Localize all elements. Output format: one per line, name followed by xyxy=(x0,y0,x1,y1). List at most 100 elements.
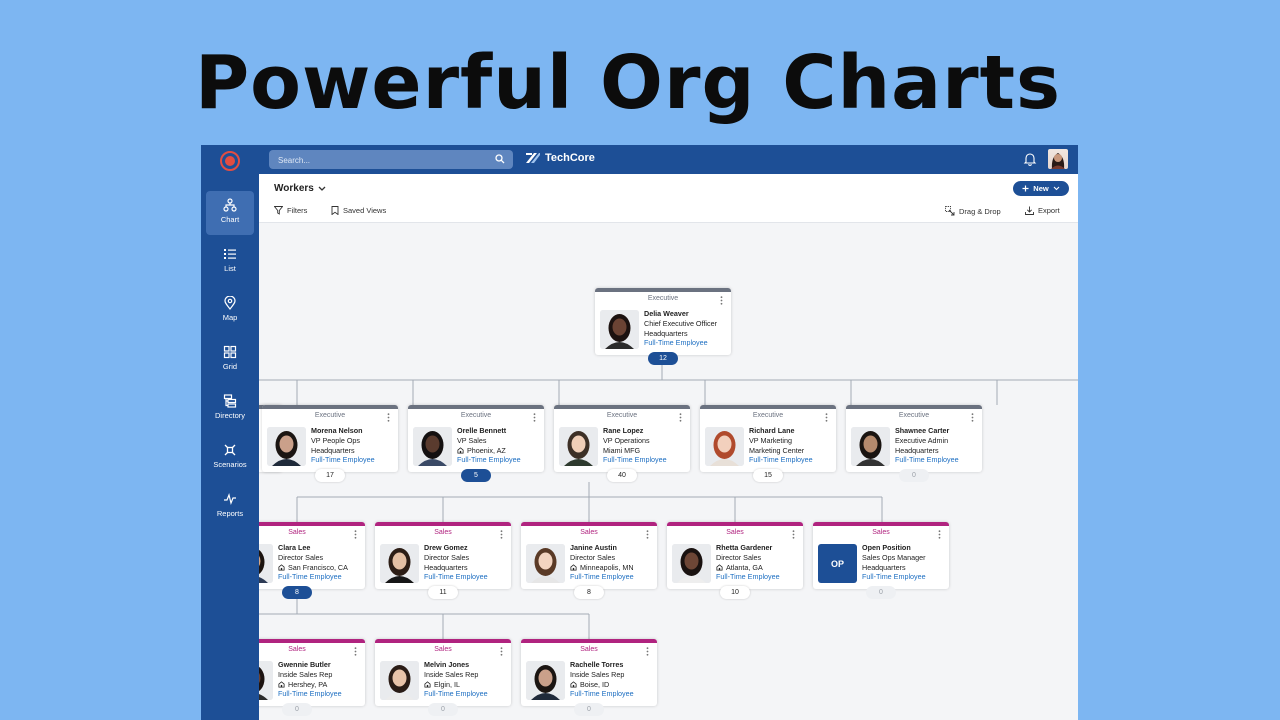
direct-reports-count[interactable]: 5 xyxy=(461,469,491,482)
location-icon xyxy=(570,564,577,571)
employee-photo xyxy=(705,427,744,466)
employee-title: Inside Sales Rep xyxy=(424,669,479,679)
employee-location: Minneapolis, MN xyxy=(570,563,656,573)
filters-button[interactable]: Filters xyxy=(274,206,307,215)
employee-card[interactable]: Executive Orelle Bennett VP Sales Phoenix, … xyxy=(408,405,544,472)
more-options-icon[interactable] xyxy=(387,413,390,422)
more-options-icon[interactable] xyxy=(679,413,682,422)
more-options-icon[interactable] xyxy=(646,530,649,539)
chevron-down-icon xyxy=(1053,186,1060,191)
direct-reports-count[interactable]: 8 xyxy=(574,586,604,599)
more-options-icon[interactable] xyxy=(500,530,503,539)
location-text: Headquarters xyxy=(644,328,688,338)
search-box[interactable] xyxy=(269,150,513,170)
brand: TechCore xyxy=(525,152,595,164)
employee-card[interactable]: Executive Morena Nelson VP People Ops Headq… xyxy=(262,405,398,472)
direct-reports-count[interactable]: 11 xyxy=(428,586,458,599)
sidebar: Chart List Map Grid Directory Scenarios … xyxy=(201,174,259,720)
employee-card[interactable]: Sales Gwennie Butler Inside Sales Rep Hersh… xyxy=(259,639,365,706)
direct-reports-count[interactable]: 0 xyxy=(899,469,929,482)
sidebar-item-directory[interactable]: Directory xyxy=(206,387,254,431)
employee-info: Richard Lane VP Marketing Marketing Center… xyxy=(749,426,835,465)
direct-reports-count[interactable]: 12 xyxy=(648,352,678,365)
employee-card[interactable]: Sales Drew Gomez Director Sales Headquarter… xyxy=(375,522,511,589)
search-input[interactable] xyxy=(269,151,479,170)
direct-reports-count[interactable]: 40 xyxy=(607,469,637,482)
export-label: Export xyxy=(1038,206,1060,215)
new-label: New xyxy=(1033,184,1049,193)
employee-location: Boise, ID xyxy=(570,680,656,690)
direct-reports-count[interactable]: 0 xyxy=(866,586,896,599)
employee-card[interactable]: Executive Rane Lopez VP Operations Miami MF… xyxy=(554,405,690,472)
employee-card[interactable]: Sales Melvin Jones Inside Sales Rep Elgin, … xyxy=(375,639,511,706)
more-options-icon[interactable] xyxy=(354,530,357,539)
department-label: Sales xyxy=(434,646,452,653)
workers-dropdown[interactable]: Workers xyxy=(274,183,326,194)
department-label: Executive xyxy=(752,412,784,419)
employment-type: Full-Time Employee xyxy=(424,572,488,582)
more-options-icon[interactable] xyxy=(825,413,828,422)
more-options-icon[interactable] xyxy=(971,413,974,422)
employee-name: Melvin Jones xyxy=(424,660,470,669)
employee-location: Headquarters xyxy=(424,563,510,573)
employee-card[interactable]: Sales Rhetta Gardener Director Sales Atlant… xyxy=(667,522,803,589)
direct-reports-count[interactable]: 10 xyxy=(720,586,750,599)
location-text: San Francisco, CA xyxy=(288,562,348,572)
location-icon xyxy=(424,681,431,688)
employee-card[interactable]: Sales OP Open Position Sales Ops Manager Hea… xyxy=(813,522,949,589)
department-color-bar xyxy=(262,405,398,409)
sidebar-item-scenarios[interactable]: Scenarios xyxy=(206,436,254,480)
employee-title: VP People Ops xyxy=(311,435,361,445)
sidebar-item-list[interactable]: List xyxy=(206,240,254,284)
employee-title: Chief Executive Officer xyxy=(644,318,717,328)
employee-card[interactable]: Executive Delia Weaver Chief Executive Off… xyxy=(595,288,731,355)
more-options-icon[interactable] xyxy=(938,530,941,539)
employee-card[interactable]: Sales Janine Austin Director Sales Minneapo… xyxy=(521,522,657,589)
employee-photo xyxy=(526,661,565,700)
direct-reports-count[interactable]: 17 xyxy=(315,469,345,482)
more-options-icon[interactable] xyxy=(354,647,357,656)
more-options-icon[interactable] xyxy=(720,296,723,305)
drag-drop-button[interactable]: Drag & Drop xyxy=(945,206,1001,216)
direct-reports-count[interactable]: 0 xyxy=(282,703,312,716)
employee-title: VP Marketing xyxy=(749,435,793,445)
employee-title: Executive Admin xyxy=(895,435,949,445)
filter-icon xyxy=(274,206,283,215)
employee-title: Director Sales xyxy=(424,552,470,562)
sidebar-item-grid[interactable]: Grid xyxy=(206,338,254,382)
scenarios-icon xyxy=(224,444,236,456)
sidebar-item-chart[interactable]: Chart xyxy=(206,191,254,235)
direct-reports-count[interactable]: 0 xyxy=(574,703,604,716)
bell-icon[interactable] xyxy=(1023,152,1037,166)
direct-reports-count[interactable]: 15 xyxy=(753,469,783,482)
app-logo-icon[interactable] xyxy=(220,151,240,171)
user-avatar[interactable] xyxy=(1048,149,1068,169)
direct-reports-count[interactable]: 0 xyxy=(428,703,458,716)
employee-location: Headquarters xyxy=(895,446,981,456)
export-button[interactable]: Export xyxy=(1025,206,1060,215)
sidebar-item-label: Chart xyxy=(220,215,240,224)
department-color-bar xyxy=(259,639,365,643)
page-headline: Powerful Org Charts xyxy=(194,40,1062,126)
employee-card[interactable]: Executive Shawnee Carter Executive Admin He… xyxy=(846,405,982,472)
saved-views-button[interactable]: Saved Views xyxy=(331,206,386,215)
employee-name: Morena Nelson xyxy=(311,426,363,435)
new-button[interactable]: New xyxy=(1013,181,1069,196)
sidebar-item-map[interactable]: Map xyxy=(206,289,254,333)
employee-card[interactable]: Sales Clara Lee Director Sales San Francisc… xyxy=(259,522,365,589)
sidebar-item-reports[interactable]: Reports xyxy=(206,485,254,529)
more-options-icon[interactable] xyxy=(646,647,649,656)
employee-title: Sales Ops Manager xyxy=(862,552,926,562)
direct-reports-count[interactable]: 8 xyxy=(282,586,312,599)
employee-card[interactable]: Executive Richard Lane VP Marketing Marketi… xyxy=(700,405,836,472)
more-options-icon[interactable] xyxy=(792,530,795,539)
employee-card[interactable]: Sales Rachelle Torres Inside Sales Rep Bois… xyxy=(521,639,657,706)
more-options-icon[interactable] xyxy=(533,413,536,422)
more-options-icon[interactable] xyxy=(500,647,503,656)
employment-type: Full-Time Employee xyxy=(278,572,342,582)
org-chart-canvas: Executive Delia Weaver Chief Executive Off… xyxy=(259,223,1078,720)
employee-name: Delia Weaver xyxy=(644,309,689,318)
top-bar: TechCore xyxy=(201,145,1078,174)
search-icon[interactable] xyxy=(495,154,505,164)
directory-icon xyxy=(223,394,237,408)
